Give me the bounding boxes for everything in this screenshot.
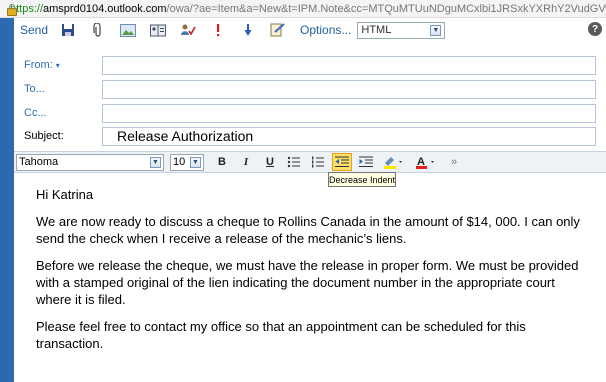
subject-field[interactable]: Release Authorization: [102, 126, 596, 146]
from-label[interactable]: From: ▾: [14, 59, 88, 71]
font-color-icon[interactable]: A: [412, 153, 440, 171]
url-host: amsprd0104.outlook.com: [43, 2, 167, 15]
from-field[interactable]: [102, 55, 596, 75]
help-icon[interactable]: ?: [588, 22, 602, 36]
message-body-editor[interactable]: Hi Katrina We are now ready to discuss a…: [14, 174, 606, 382]
bullets-icon[interactable]: [284, 153, 304, 171]
spelling-icon[interactable]: [270, 22, 286, 38]
increase-indent-icon[interactable]: [356, 153, 376, 171]
chevron-down-icon: ▼: [150, 156, 161, 168]
send-button[interactable]: Send: [20, 23, 48, 37]
high-importance-icon[interactable]: [210, 22, 226, 38]
cc-row: Cc...: [14, 102, 606, 124]
more-options-icon[interactable]: »: [444, 153, 464, 171]
highlight-color-icon[interactable]: [380, 153, 408, 171]
decrease-indent-button[interactable]: [332, 153, 352, 171]
from-row: From: ▾: [14, 54, 606, 76]
font-size-select[interactable]: 10 ▼: [170, 153, 204, 171]
cc-button[interactable]: Cc...: [14, 107, 88, 119]
message-paragraph-1: We are now ready to discuss a cheque to …: [36, 214, 580, 246]
font-size-value: 10: [173, 156, 186, 168]
message-format-value: HTML: [361, 24, 392, 36]
low-importance-icon[interactable]: [240, 22, 256, 38]
message-format-select[interactable]: HTML ▼: [357, 21, 446, 39]
attach-icon[interactable]: [90, 22, 106, 38]
formatting-toolbar: Tahoma ▼ 10 ▼ B I U A »: [14, 151, 606, 173]
check-names-icon[interactable]: [180, 22, 196, 38]
subject-row: Subject: Release Authorization: [14, 125, 606, 147]
insert-image-icon[interactable]: [120, 22, 137, 38]
bold-button[interactable]: B: [212, 153, 232, 171]
message-paragraph-3: Please feel free to contact my office so…: [36, 319, 526, 351]
url-path: /owa/?ae=Item&a=New&t=IPM.Note&cc=MTQuMT…: [166, 2, 606, 15]
to-button[interactable]: To...: [14, 83, 88, 95]
numbering-icon[interactable]: [308, 153, 328, 171]
address-book-icon[interactable]: [150, 22, 167, 38]
italic-button[interactable]: I: [236, 153, 256, 171]
chevron-down-icon: ▼: [190, 156, 201, 168]
address-bar[interactable]: https:// amsprd0104.outlook.com /owa/?ae…: [0, 0, 606, 18]
message-toolbar: Send Options... HTML ▼ ?: [14, 18, 606, 42]
message-greeting: Hi Katrina: [36, 187, 94, 202]
subject-label: Subject:: [24, 130, 64, 142]
left-stripe: [0, 18, 14, 382]
to-field[interactable]: [102, 79, 596, 99]
underline-button[interactable]: U: [260, 153, 280, 171]
options-button[interactable]: Options...: [300, 23, 351, 37]
to-row: To...: [14, 78, 606, 100]
font-family-value: Tahoma: [19, 156, 59, 168]
save-icon[interactable]: [60, 22, 76, 38]
font-family-select[interactable]: Tahoma ▼: [16, 153, 164, 171]
cc-field[interactable]: [102, 103, 596, 123]
message-paragraph-2: Before we release the cheque, we must ha…: [36, 258, 579, 307]
chevron-down-icon: ▼: [430, 24, 442, 36]
